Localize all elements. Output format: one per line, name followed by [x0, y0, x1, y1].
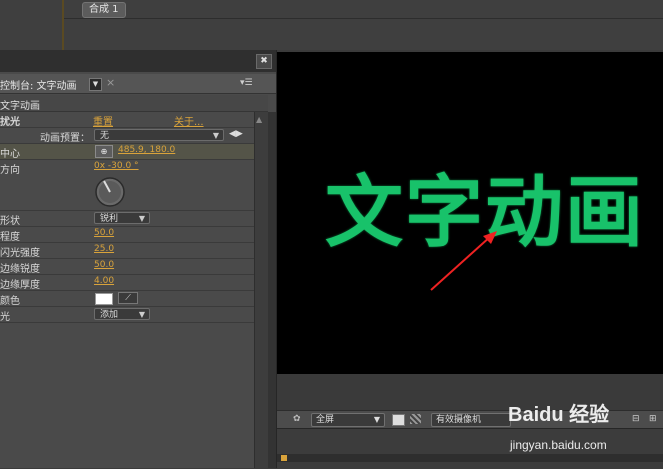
color-row: 颜色 ⟋ — [0, 291, 268, 307]
panel-title[interactable]: 控制台: 文字动画 — [0, 77, 77, 92]
panel-menu-icon[interactable]: ▾☰ — [240, 78, 253, 88]
arrow-annotation-icon — [430, 231, 497, 291]
effect-name: 扰光 — [0, 117, 20, 128]
tab-strip-border — [64, 18, 663, 19]
chevron-down-icon: ▼ — [373, 415, 380, 424]
shape-label: 形状 — [0, 216, 20, 227]
region-of-interest-icon[interactable] — [392, 414, 405, 426]
preset-nav-icon[interactable]: ◀▶ — [229, 129, 243, 139]
direction-value[interactable]: 0x -30.0 ° — [94, 161, 139, 171]
watermark-logo: Baidu 经验 — [508, 404, 610, 426]
light-intensity-row: 闪光强度 25.0 — [0, 243, 268, 259]
timeline-ruler[interactable] — [277, 454, 663, 462]
preset-dropdown[interactable]: 无 ▼ — [94, 129, 224, 141]
panel-divider[interactable] — [268, 112, 276, 468]
crosshair-icon[interactable]: ⊕ — [95, 145, 113, 158]
transparency-grid-icon[interactable] — [410, 414, 421, 424]
fast-previews-icon[interactable]: ✿ — [293, 414, 301, 424]
edge-thickness-value[interactable]: 4.00 — [94, 276, 114, 286]
chevron-down-icon: ▼ — [138, 310, 145, 319]
preset-value: 无 — [100, 131, 110, 141]
panel-scrollbar[interactable] — [254, 112, 268, 468]
panel-frame-top — [0, 50, 276, 72]
tab-strip-divider — [62, 0, 64, 50]
chevron-down-icon[interactable]: ▼ — [89, 78, 102, 91]
zoom-value: 全屏 — [316, 415, 335, 425]
direction-row: 方向 0x -30.0 ° — [0, 160, 268, 211]
eyedropper-icon[interactable]: ⟋ — [118, 292, 138, 304]
flowchart-icon[interactable]: ⊞ — [649, 414, 657, 424]
preset-label: 动画预置： — [40, 133, 90, 144]
chevron-down-icon: ▼ — [212, 131, 219, 140]
blend-mode-row: 光 添加 ▼ — [0, 307, 268, 323]
effect-row: 扰光 重置 关于... — [0, 112, 268, 128]
composition-tab[interactable]: 合成 1 — [82, 2, 126, 18]
blend-mode-label: 光 — [0, 312, 10, 323]
blend-mode-dropdown[interactable]: 添加 ▼ — [94, 308, 150, 320]
reset-link[interactable]: 重置 — [93, 113, 113, 128]
center-label: 中心 — [0, 149, 20, 160]
direction-label: 方向 — [0, 165, 20, 176]
sharpness-row: 程度 50.0 — [0, 227, 268, 243]
sharpness-label: 程度 — [0, 232, 20, 243]
about-link[interactable]: 关于... — [174, 113, 204, 128]
angle-dial-icon[interactable] — [94, 176, 126, 208]
light-intensity-value[interactable]: 25.0 — [94, 244, 114, 254]
preset-row: 动画预置： 无 ▼ ◀▶ — [0, 128, 268, 144]
effect-properties: 扰光 重置 关于... 动画预置： 无 ▼ ◀▶ 中心 ⊕ 485.9, 180… — [0, 112, 268, 468]
timeline-icon[interactable]: ⊟ — [632, 414, 640, 424]
scroll-up-icon[interactable]: ▲ — [256, 115, 262, 124]
layer-name: 文字动画 — [0, 101, 40, 112]
center-row: 中心 ⊕ 485.9, 180.0 — [0, 144, 268, 160]
color-swatch[interactable] — [95, 293, 113, 305]
edge-thickness-label: 边缘厚度 — [0, 280, 40, 291]
shape-dropdown[interactable]: 锐利 ▼ — [94, 212, 150, 224]
watermark-url: jingyan.baidu.com — [510, 438, 607, 452]
edge-thickness-row: 边缘厚度 4.00 — [0, 275, 268, 291]
color-label: 颜色 — [0, 296, 20, 307]
chevron-down-icon: ▼ — [138, 214, 145, 223]
shape-value: 锐利 — [100, 214, 119, 224]
tab-close-icon[interactable]: × — [106, 76, 115, 89]
camera-value: 有效摄像机 — [436, 415, 482, 425]
edge-sharpness-value[interactable]: 50.0 — [94, 260, 114, 270]
close-icon[interactable]: ✖ — [256, 54, 272, 69]
playhead-icon[interactable] — [281, 455, 287, 461]
edge-sharpness-row: 边缘锐度 50.0 — [0, 259, 268, 275]
shape-row: 形状 锐利 ▼ — [0, 211, 268, 227]
edge-sharpness-label: 边缘锐度 — [0, 264, 40, 275]
blend-mode-value: 添加 — [100, 310, 119, 320]
camera-dropdown[interactable]: 有效摄像机 — [431, 413, 511, 427]
light-intensity-label: 闪光强度 — [0, 248, 40, 259]
layer-header-row — [0, 95, 268, 112]
center-value[interactable]: 485.9, 180.0 — [118, 145, 175, 155]
zoom-dropdown[interactable]: 全屏 ▼ — [311, 413, 385, 427]
sharpness-value[interactable]: 50.0 — [94, 228, 114, 238]
